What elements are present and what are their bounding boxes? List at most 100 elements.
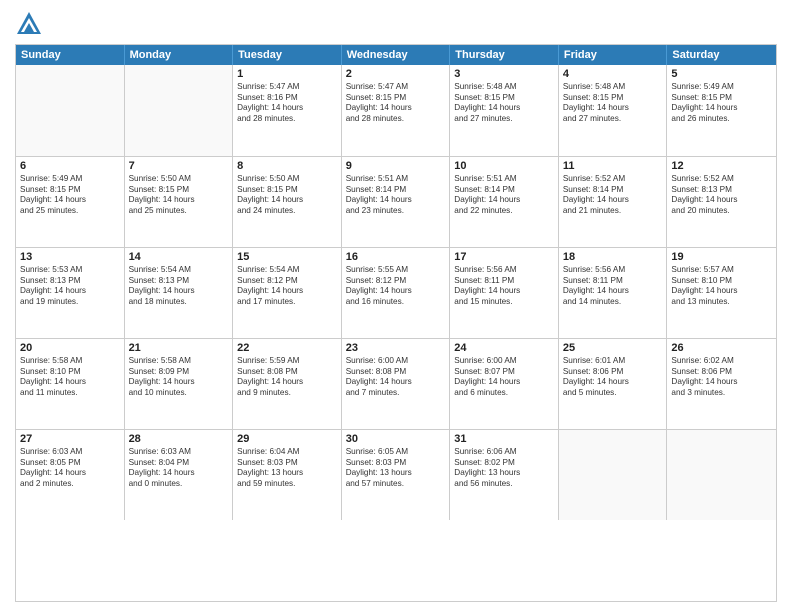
header-day-saturday: Saturday [667,45,776,65]
header-day-sunday: Sunday [16,45,125,65]
cell-line: Daylight: 14 hours [671,195,772,206]
cell-line: Sunset: 8:04 PM [129,458,229,469]
cell-line: Sunset: 8:13 PM [20,276,120,287]
cal-cell-empty [667,430,776,520]
cell-line: and 59 minutes. [237,479,337,490]
cell-line: and 14 minutes. [563,297,663,308]
day-number: 11 [563,160,663,172]
cal-cell-day-24: 24Sunrise: 6:00 AMSunset: 8:07 PMDayligh… [450,339,559,429]
cell-line: Sunrise: 5:53 AM [20,265,120,276]
day-number: 6 [20,160,120,172]
cell-line: Sunrise: 6:01 AM [563,356,663,367]
cell-line: Daylight: 14 hours [237,286,337,297]
cell-line: Sunrise: 5:57 AM [671,265,772,276]
cell-line: and 23 minutes. [346,206,446,217]
cell-line: and 11 minutes. [20,388,120,399]
day-number: 18 [563,251,663,263]
day-number: 3 [454,68,554,80]
cell-line: Sunset: 8:07 PM [454,367,554,378]
cell-line: Daylight: 13 hours [237,468,337,479]
cell-line: Daylight: 14 hours [454,195,554,206]
cell-line: Sunrise: 6:03 AM [129,447,229,458]
day-number: 28 [129,433,229,445]
cell-line: Sunset: 8:11 PM [563,276,663,287]
cell-line: Sunrise: 6:03 AM [20,447,120,458]
cell-line: and 15 minutes. [454,297,554,308]
cell-line: Sunrise: 5:50 AM [129,174,229,185]
cell-line: Daylight: 14 hours [563,377,663,388]
cell-line: Daylight: 14 hours [129,377,229,388]
cal-cell-day-10: 10Sunrise: 5:51 AMSunset: 8:14 PMDayligh… [450,157,559,247]
cell-line: Sunrise: 6:02 AM [671,356,772,367]
cell-line: Daylight: 14 hours [20,468,120,479]
cal-cell-day-27: 27Sunrise: 6:03 AMSunset: 8:05 PMDayligh… [16,430,125,520]
header-day-monday: Monday [125,45,234,65]
cell-line: Sunset: 8:12 PM [346,276,446,287]
cell-line: Daylight: 14 hours [346,286,446,297]
cal-cell-day-25: 25Sunrise: 6:01 AMSunset: 8:06 PMDayligh… [559,339,668,429]
page: SundayMondayTuesdayWednesdayThursdayFrid… [0,0,792,612]
cell-line: Sunrise: 6:00 AM [454,356,554,367]
cell-line: Sunset: 8:10 PM [671,276,772,287]
cell-line: Sunrise: 5:54 AM [129,265,229,276]
cell-line: Daylight: 14 hours [237,103,337,114]
cell-line: Sunset: 8:13 PM [671,185,772,196]
cell-line: Sunset: 8:12 PM [237,276,337,287]
calendar-row-0: 1Sunrise: 5:47 AMSunset: 8:16 PMDaylight… [16,65,776,156]
cell-line: Daylight: 14 hours [563,103,663,114]
cal-cell-day-23: 23Sunrise: 6:00 AMSunset: 8:08 PMDayligh… [342,339,451,429]
cell-line: Sunset: 8:16 PM [237,93,337,104]
cal-cell-day-7: 7Sunrise: 5:50 AMSunset: 8:15 PMDaylight… [125,157,234,247]
cal-cell-day-28: 28Sunrise: 6:03 AMSunset: 8:04 PMDayligh… [125,430,234,520]
cal-cell-day-14: 14Sunrise: 5:54 AMSunset: 8:13 PMDayligh… [125,248,234,338]
logo [15,10,46,38]
cell-line: Daylight: 14 hours [20,195,120,206]
cell-line: Sunrise: 5:56 AM [454,265,554,276]
cell-line: and 2 minutes. [20,479,120,490]
day-number: 17 [454,251,554,263]
cell-line: and 7 minutes. [346,388,446,399]
cell-line: Daylight: 14 hours [129,195,229,206]
calendar-row-1: 6Sunrise: 5:49 AMSunset: 8:15 PMDaylight… [16,156,776,247]
calendar-row-2: 13Sunrise: 5:53 AMSunset: 8:13 PMDayligh… [16,247,776,338]
cell-line: Sunset: 8:15 PM [454,93,554,104]
cell-line: Daylight: 14 hours [237,195,337,206]
cal-cell-day-1: 1Sunrise: 5:47 AMSunset: 8:16 PMDaylight… [233,65,342,156]
cal-cell-day-4: 4Sunrise: 5:48 AMSunset: 8:15 PMDaylight… [559,65,668,156]
cal-cell-day-2: 2Sunrise: 5:47 AMSunset: 8:15 PMDaylight… [342,65,451,156]
cell-line: Sunset: 8:13 PM [129,276,229,287]
cell-line: Sunset: 8:15 PM [671,93,772,104]
cell-line: Sunset: 8:15 PM [237,185,337,196]
cal-cell-day-8: 8Sunrise: 5:50 AMSunset: 8:15 PMDaylight… [233,157,342,247]
day-number: 5 [671,68,772,80]
cell-line: Daylight: 14 hours [671,103,772,114]
cal-cell-day-18: 18Sunrise: 5:56 AMSunset: 8:11 PMDayligh… [559,248,668,338]
cell-line: and 18 minutes. [129,297,229,308]
cell-line: Sunset: 8:03 PM [346,458,446,469]
cal-cell-day-15: 15Sunrise: 5:54 AMSunset: 8:12 PMDayligh… [233,248,342,338]
cell-line: and 20 minutes. [671,206,772,217]
cell-line: Sunrise: 6:00 AM [346,356,446,367]
cell-line: Sunset: 8:05 PM [20,458,120,469]
day-number: 10 [454,160,554,172]
day-number: 1 [237,68,337,80]
cell-line: Sunset: 8:14 PM [563,185,663,196]
cell-line: Sunset: 8:08 PM [346,367,446,378]
cal-cell-empty [16,65,125,156]
header-day-tuesday: Tuesday [233,45,342,65]
cal-cell-day-11: 11Sunrise: 5:52 AMSunset: 8:14 PMDayligh… [559,157,668,247]
day-number: 21 [129,342,229,354]
cell-line: and 17 minutes. [237,297,337,308]
day-number: 4 [563,68,663,80]
cal-cell-day-13: 13Sunrise: 5:53 AMSunset: 8:13 PMDayligh… [16,248,125,338]
cal-cell-empty [125,65,234,156]
cell-line: Sunrise: 5:50 AM [237,174,337,185]
cell-line: Daylight: 14 hours [346,103,446,114]
cell-line: Sunrise: 5:56 AM [563,265,663,276]
day-number: 14 [129,251,229,263]
cal-cell-day-6: 6Sunrise: 5:49 AMSunset: 8:15 PMDaylight… [16,157,125,247]
day-number: 9 [346,160,446,172]
cell-line: Sunrise: 5:49 AM [671,82,772,93]
header-day-thursday: Thursday [450,45,559,65]
cell-line: Sunrise: 5:49 AM [20,174,120,185]
